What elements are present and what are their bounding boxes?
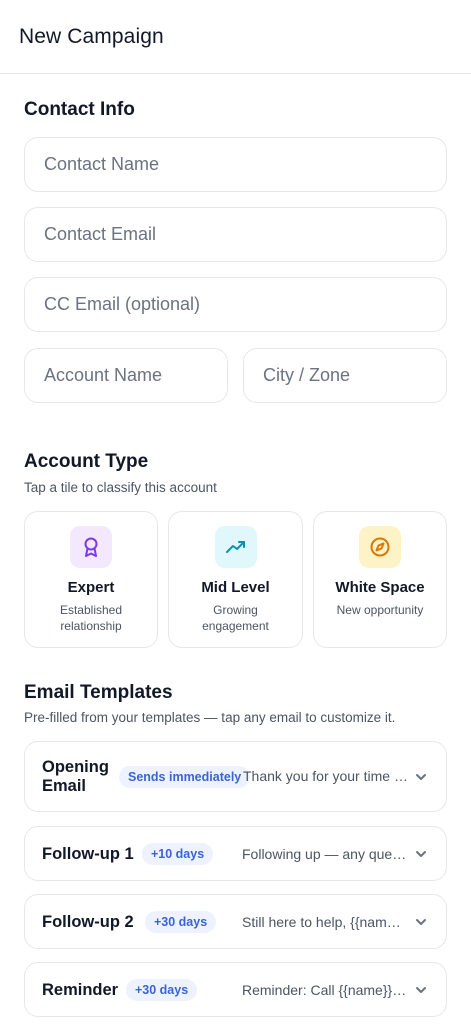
email-template-follow-up-2[interactable]: Follow-up 2 +30 days Still here to help,… <box>24 894 447 949</box>
tile-description: Established relationship <box>59 603 123 633</box>
contact-info-title: Contact Info <box>24 99 135 120</box>
email-template-name: Reminder <box>42 981 119 999</box>
tile-label: Expert <box>67 579 115 596</box>
account-type-subtitle: Tap a tile to classify this account <box>24 480 217 495</box>
email-template-reminder[interactable]: Reminder +30 days Reminder: Call {{name}… <box>24 962 447 1017</box>
account-type-tile-white-space[interactable]: White Space New opportunity <box>313 511 447 648</box>
app-header: New Campaign <box>0 0 471 74</box>
cc-email-input[interactable] <box>24 277 447 332</box>
tile-label: White Space <box>335 579 425 596</box>
email-preview-text: Thank you for your time today... <box>243 768 411 784</box>
chevron-down-icon <box>416 851 426 857</box>
email-preview-text: Still here to help, {{name}}... <box>242 914 407 930</box>
email-template-name: Follow-up 2 <box>42 913 134 931</box>
email-template-name: Opening Email <box>42 758 109 795</box>
email-templates-title: Email Templates <box>24 682 173 703</box>
email-timing-badge: +10 days <box>142 843 214 865</box>
page-title: New Campaign <box>19 24 164 48</box>
tile-description: New opportunity <box>336 603 424 617</box>
city-zone-input[interactable] <box>243 348 447 403</box>
tile-label: Mid Level <box>201 579 270 596</box>
contact-email-input[interactable] <box>24 207 447 262</box>
award-icon <box>70 526 112 568</box>
email-timing-badge: +30 days <box>126 979 198 1001</box>
email-templates-subtitle: Pre-filled from your templates — tap any… <box>24 710 396 725</box>
email-preview-text: Following up — any questions... <box>242 846 407 862</box>
trending-up-icon <box>214 526 257 568</box>
account-type-tile-expert[interactable]: Expert Established relationship <box>24 511 158 648</box>
email-template-opening[interactable]: Opening Email Sends immediately Thank you… <box>24 741 447 812</box>
tile-description: Growing engagement <box>202 603 269 633</box>
contact-name-input[interactable] <box>24 137 447 192</box>
account-name-input[interactable] <box>24 348 228 403</box>
email-timing-badge: Sends immediately <box>119 766 251 788</box>
email-template-name: Follow-up 1 <box>42 845 134 863</box>
chevron-down-icon <box>416 774 426 780</box>
chevron-down-icon <box>416 987 426 993</box>
account-type-tile-mid-level[interactable]: Mid Level Growing engagement <box>168 511 303 648</box>
chevron-down-icon <box>416 919 426 925</box>
email-timing-badge: +30 days <box>145 911 217 933</box>
email-preview-text: Reminder: Call {{name}} this week... <box>242 982 407 998</box>
compass-icon <box>359 526 401 568</box>
email-template-follow-up-1[interactable]: Follow-up 1 +10 days Following up — any … <box>24 826 447 881</box>
account-type-title: Account Type <box>24 451 149 472</box>
